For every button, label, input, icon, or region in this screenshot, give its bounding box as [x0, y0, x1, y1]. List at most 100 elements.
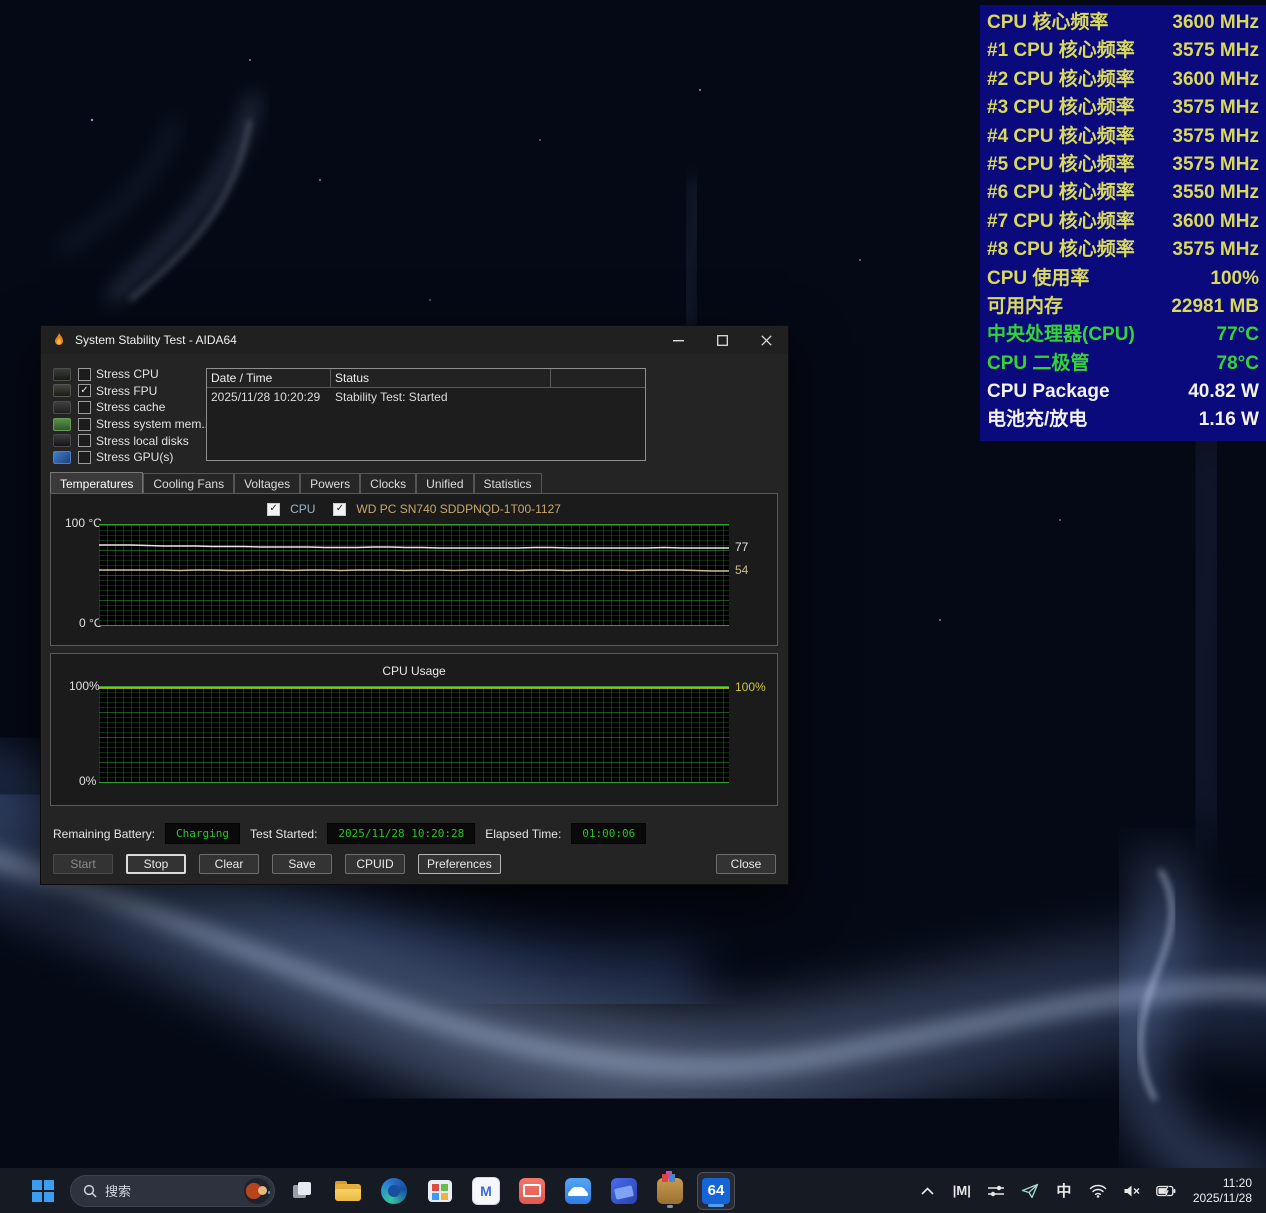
cpu-usage-chart: [99, 686, 729, 783]
ime-zh-icon: 中: [1056, 1180, 1071, 1201]
sensor-value: 100%: [1210, 265, 1259, 293]
button-close[interactable]: Close: [716, 854, 776, 874]
toolbox-app-button[interactable]: [651, 1172, 689, 1210]
checkbox[interactable]: [78, 401, 91, 414]
sensor-value: 78°C: [1217, 350, 1259, 378]
log-row-datetime: 2025/11/28 10:20:29: [207, 388, 331, 406]
tray-mixer-button[interactable]: [981, 1174, 1011, 1208]
tray-m-button[interactable]: |M|: [947, 1174, 977, 1208]
button-clear[interactable]: Clear: [199, 854, 259, 874]
tab-cooling-fans[interactable]: Cooling Fans: [143, 473, 234, 494]
status-field-label: Test Started:: [250, 827, 317, 841]
test-log-table[interactable]: Date / Time Status 2025/11/28 10:20:29 S…: [206, 368, 646, 461]
volume-button[interactable]: [1117, 1174, 1147, 1208]
legend-checkbox[interactable]: [267, 503, 280, 516]
aida64-app-button[interactable]: 64: [697, 1172, 735, 1210]
sensor-value: 3600 MHz: [1172, 208, 1259, 236]
cloud-app-icon: [565, 1178, 591, 1204]
edge-button[interactable]: [375, 1172, 413, 1210]
button-cpuid[interactable]: CPUID: [345, 854, 405, 874]
legend-checkbox[interactable]: [333, 503, 346, 516]
sensor-label: #2 CPU 核心频率: [987, 66, 1135, 94]
sensor-row-11: 中央处理器(CPU)77°C: [987, 321, 1259, 349]
wifi-icon: [1089, 1184, 1107, 1198]
temperatures-panel: CPUWD PC SN740 SDDPNQD-1T00-1127 100 °C …: [50, 493, 778, 646]
checkbox[interactable]: [78, 368, 91, 381]
button-save[interactable]: Save: [272, 854, 332, 874]
stress-item-label: Stress cache: [96, 400, 165, 414]
close-button[interactable]: [744, 326, 788, 354]
sensor-value: 3550 MHz: [1172, 179, 1259, 207]
sensor-value: 3600 MHz: [1172, 9, 1259, 37]
wallet-app-button[interactable]: [605, 1172, 643, 1210]
tab-unified[interactable]: Unified: [416, 473, 473, 494]
sensor-row-9: CPU 使用率 100%: [987, 265, 1259, 293]
tray-chevron-up-button[interactable]: [913, 1174, 943, 1208]
m-app-button[interactable]: M: [467, 1172, 505, 1210]
checkbox[interactable]: [78, 434, 91, 447]
button-start[interactable]: Start: [53, 854, 113, 874]
log-row[interactable]: 2025/11/28 10:20:29 Stability Test: Star…: [207, 388, 645, 406]
tab-voltages[interactable]: Voltages: [234, 473, 300, 494]
legend-item[interactable]: CPU: [267, 502, 315, 516]
status-field-value: 2025/11/28 10:20:28: [327, 823, 475, 844]
sensor-label: #5 CPU 核心频率: [987, 151, 1135, 179]
log-table-header: Date / Time Status: [207, 369, 645, 388]
disk-icon: [53, 434, 71, 447]
status-field-label: Remaining Battery:: [53, 827, 155, 841]
battery-charging-icon: [1156, 1185, 1176, 1197]
tab-powers[interactable]: Powers: [300, 473, 360, 494]
sensor-label: 中央处理器(CPU): [987, 321, 1135, 349]
sensor-value: 3575 MHz: [1172, 123, 1259, 151]
tray-share-button[interactable]: [1015, 1174, 1045, 1208]
gpu-icon: [53, 451, 71, 464]
mail-app-button[interactable]: [513, 1172, 551, 1210]
system-stability-test-window: System Stability Test - AIDA64 Stress CP…: [40, 325, 789, 885]
sensor-label: CPU 使用率: [987, 265, 1089, 293]
sensor-value: 22981 MB: [1171, 293, 1259, 321]
sensor-label: CPU 二极管: [987, 350, 1089, 378]
window-title: System Stability Test - AIDA64: [75, 333, 237, 347]
sensor-label: #4 CPU 核心频率: [987, 123, 1135, 151]
wallet-app-icon: [611, 1178, 637, 1204]
store-button[interactable]: [421, 1172, 459, 1210]
tab-temperatures[interactable]: Temperatures: [50, 472, 143, 494]
sensor-row-3: #3 CPU 核心频率3575 MHz: [987, 94, 1259, 122]
button-stop[interactable]: Stop: [126, 854, 186, 874]
checkbox[interactable]: [78, 418, 91, 431]
cpu-usage-value-label: 100%: [735, 680, 766, 694]
tab-clocks[interactable]: Clocks: [360, 473, 416, 494]
wifi-button[interactable]: [1083, 1174, 1113, 1208]
file-explorer-button[interactable]: [329, 1172, 367, 1210]
tray-ime-button[interactable]: 中: [1049, 1174, 1079, 1208]
battery-button[interactable]: [1151, 1174, 1181, 1208]
log-column-datetime[interactable]: Date / Time: [207, 369, 331, 387]
search-input[interactable]: 搜索: [70, 1175, 275, 1207]
taskbar-clock[interactable]: 11:20 2025/11/28: [1185, 1176, 1252, 1206]
start-button[interactable]: [24, 1172, 62, 1210]
task-view-button[interactable]: [283, 1172, 321, 1210]
clock-time: 11:20: [1193, 1176, 1252, 1191]
legend-item[interactable]: WD PC SN740 SDDPNQD-1T00-1127: [333, 502, 561, 516]
toolbox-app-icon: [657, 1178, 683, 1204]
checkbox[interactable]: [78, 384, 91, 397]
search-icon: [83, 1184, 97, 1198]
cloud-app-button[interactable]: [559, 1172, 597, 1210]
log-column-status[interactable]: Status: [331, 369, 551, 387]
minimize-button[interactable]: [656, 326, 700, 354]
usage-axis-min-label: 0%: [79, 774, 96, 788]
aida64-sensor-panel: CPU 核心频率3600 MHz#1 CPU 核心频率3575 MHz#2 CP…: [980, 5, 1266, 441]
status-field-value: Charging: [165, 823, 240, 844]
button-preferences[interactable]: Preferences: [418, 854, 501, 874]
mail-app-icon: [519, 1178, 545, 1204]
sensor-label: #6 CPU 核心频率: [987, 179, 1135, 207]
window-titlebar[interactable]: System Stability Test - AIDA64: [41, 326, 788, 354]
maximize-button[interactable]: [700, 326, 744, 354]
tab-statistics[interactable]: Statistics: [474, 473, 542, 494]
checkbox[interactable]: [78, 451, 91, 464]
status-field-value: 01:00:06: [571, 823, 646, 844]
sensor-label: CPU 核心频率: [987, 9, 1108, 37]
bing-daily-icon[interactable]: [244, 1178, 270, 1204]
cache-icon: [53, 401, 71, 414]
temp-axis-max-label: 100 °C: [65, 516, 102, 530]
